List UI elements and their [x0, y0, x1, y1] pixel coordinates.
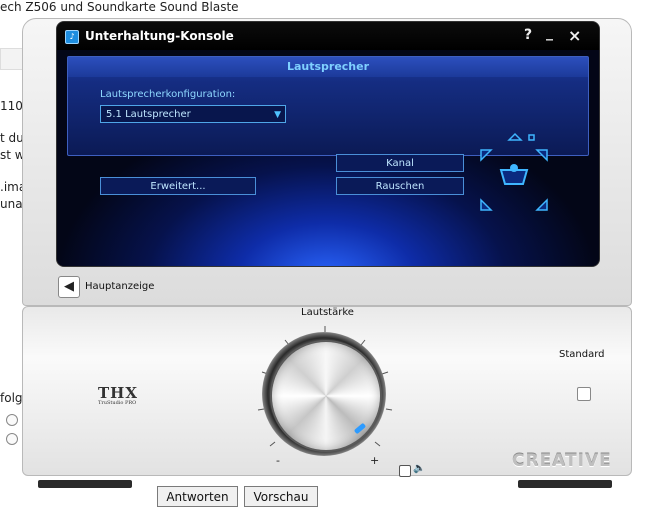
channel-button[interactable]: Kanal	[336, 154, 464, 172]
rear-right-speaker-icon	[535, 198, 548, 211]
speaker-icon: 🔈	[413, 463, 426, 474]
noise-button[interactable]: Rauschen	[336, 177, 464, 195]
rear-left-speaker-icon	[480, 198, 493, 211]
creative-logo: CREATIVE	[512, 451, 612, 471]
front-left-speaker-icon	[480, 149, 493, 162]
back-button[interactable]: ◀	[58, 276, 80, 298]
window-title: Unterhaltung-Konsole	[85, 29, 234, 43]
background-radio[interactable]	[6, 433, 18, 445]
minimize-button[interactable]: _	[546, 25, 553, 41]
speaker-config-select[interactable]: 5.1 Lautsprecher ▼	[100, 105, 286, 123]
title-bar[interactable]: ♪ Unterhaltung-Konsole ? _ ×	[57, 22, 599, 50]
front-right-speaker-icon	[535, 149, 548, 162]
speaker-config-value: 5.1 Lautsprecher	[106, 109, 191, 120]
standard-label: Standard	[559, 349, 605, 360]
volume-max: +	[370, 454, 380, 467]
background-text-line: t du	[0, 131, 24, 145]
volume-min: -	[276, 454, 280, 467]
background-text-line: st w	[0, 148, 25, 162]
back-arrow-icon: ◀	[64, 279, 74, 294]
listener-icon	[499, 169, 529, 185]
background-toolbar	[0, 48, 24, 70]
console-display: ♪ Unterhaltung-Konsole ? _ × Lautspreche…	[56, 21, 600, 267]
help-button[interactable]: ?	[524, 27, 532, 43]
speaker-config-label: Lautsprecherkonfiguration:	[100, 89, 236, 100]
subwoofer-icon	[528, 134, 535, 141]
thx-logo: THX TruStudio PRO	[98, 384, 138, 406]
main-view-label: Hauptanzeige	[85, 281, 155, 292]
center-speaker-icon	[507, 132, 523, 141]
app-icon: ♪	[65, 30, 79, 44]
listener-head-icon	[510, 164, 518, 172]
panel-header: Lautsprecher	[68, 57, 588, 77]
preview-button[interactable]: Vorschau	[244, 486, 318, 507]
chevron-down-icon: ▼	[274, 110, 281, 120]
thx-logo-subtext: TruStudio PRO	[98, 400, 137, 406]
console-foot-left	[38, 480, 132, 488]
console-foot-right	[518, 480, 612, 488]
background-thread-title: ech Z506 und Soundkarte Sound Blaste	[0, 0, 239, 14]
volume-knob[interactable]	[270, 340, 382, 452]
standard-button[interactable]	[577, 387, 591, 401]
reply-button[interactable]: Antworten	[157, 486, 238, 507]
close-button[interactable]: ×	[568, 26, 581, 45]
background-text-line: 110	[0, 99, 23, 113]
mute-checkbox[interactable]	[399, 465, 411, 477]
speaker-layout-diagram	[480, 132, 548, 211]
volume-label: Lautstärke	[301, 307, 354, 318]
advanced-button[interactable]: Erweitert...	[100, 177, 256, 195]
background-radio[interactable]	[6, 414, 18, 426]
